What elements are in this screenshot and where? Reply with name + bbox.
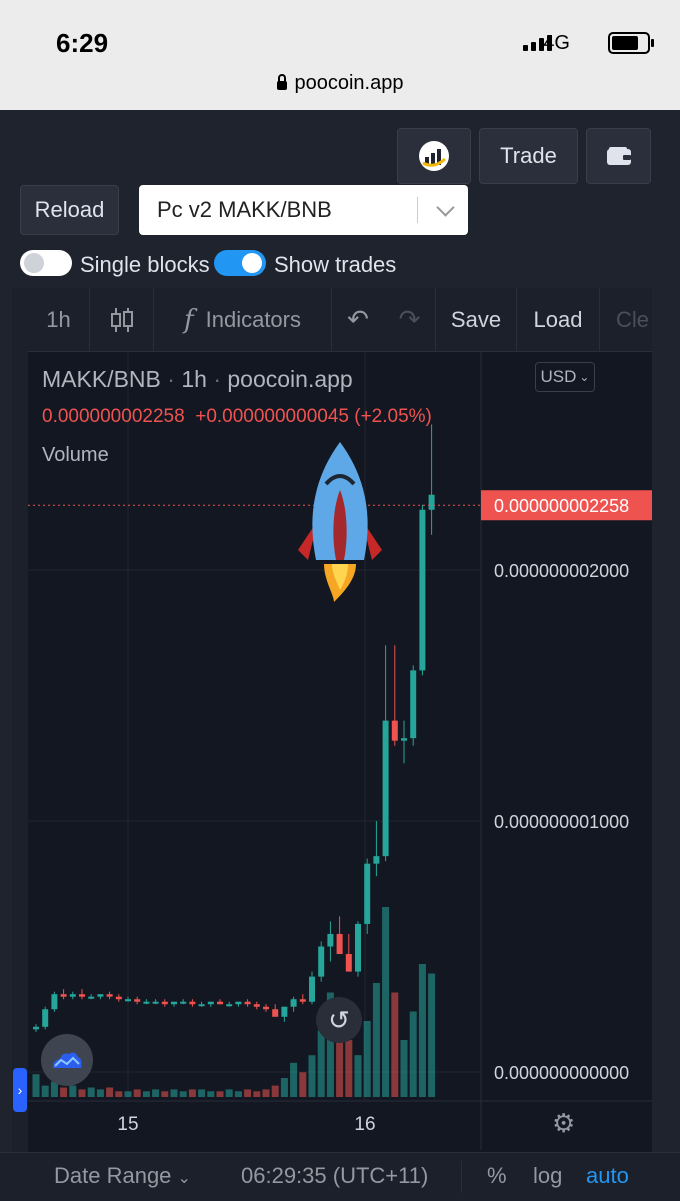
pair-select-value: Pc v2 MAKK/BNB	[157, 197, 332, 222]
tradingview-logo[interactable]	[41, 1034, 93, 1086]
trade-button[interactable]: Trade	[479, 128, 578, 184]
legend-symbol: MAKK/BNB	[42, 366, 161, 392]
cloud-logo-icon	[53, 1052, 82, 1068]
side-panel-handle[interactable]: ›	[13, 1068, 27, 1112]
save-button[interactable]: Save	[436, 288, 517, 351]
log-toggle[interactable]: log	[533, 1163, 562, 1189]
fx-icon: f	[183, 304, 194, 335]
clock-readout: 06:29:35 (UTC+11)	[241, 1163, 429, 1188]
volume-label: Volume	[42, 444, 109, 466]
indicators-label: Indicators	[205, 306, 301, 332]
candle-type-button[interactable]	[90, 288, 154, 351]
lock-icon	[276, 74, 287, 90]
show-trades-toggle[interactable]	[214, 250, 266, 276]
indicators-button[interactable]: f Indicators	[154, 288, 332, 351]
reload-button[interactable]: Reload	[20, 185, 119, 235]
legend-values: 0.000000002258 +0.000000000045 (+2.05%)	[42, 406, 432, 428]
wallet-icon	[606, 147, 631, 165]
currency-select[interactable]: USD ⌄	[535, 362, 595, 392]
legend-source: poocoin.app	[227, 366, 353, 392]
chevron-down-icon: ⌄	[177, 1170, 191, 1187]
select-separator	[417, 197, 418, 223]
gear-icon[interactable]: ⚙	[552, 1108, 575, 1139]
undo-icon: ↶	[347, 304, 369, 334]
clock: 6:29	[56, 28, 109, 58]
interval-button[interactable]: 1h	[28, 288, 90, 351]
bottom-separator	[461, 1161, 462, 1193]
rocket-icon	[298, 442, 382, 602]
clear-button[interactable]: Cle	[600, 288, 652, 351]
chart-legend-title: MAKK/BNB · 1h · poocoin.app	[42, 366, 353, 393]
legend-change: +0.000000000045 (+2.05%)	[195, 406, 432, 427]
legend-price: 0.000000002258	[42, 406, 185, 427]
chart-toolbar: 1h f Indicators ↶ ↷ Save Load Cle	[28, 288, 652, 352]
ios-status-bar: 6:29 4G poocoin.app	[0, 0, 680, 110]
single-blocks-label: Single blocks	[80, 252, 210, 277]
chart-bottom-bar: Date Range ⌄ 06:29:35 (UTC+11) % log aut…	[0, 1152, 680, 1201]
battery-icon	[608, 32, 654, 54]
chevron-down-icon: ⌄	[579, 370, 590, 384]
currency-value: USD	[540, 367, 577, 386]
chart-logo-button[interactable]	[397, 128, 471, 184]
auto-toggle[interactable]: auto	[586, 1163, 629, 1189]
percent-toggle[interactable]: %	[487, 1163, 507, 1189]
address-bar[interactable]: poocoin.app	[0, 72, 680, 95]
url-text: poocoin.app	[294, 72, 404, 94]
load-button[interactable]: Load	[517, 288, 600, 351]
legend-sep-1: ·	[167, 366, 175, 392]
chevron-right-icon: ›	[17, 1082, 23, 1098]
show-trades-label: Show trades	[274, 252, 397, 277]
reset-chart-button[interactable]: ↺	[316, 997, 362, 1043]
drawing-toolbar-strip	[12, 288, 28, 1200]
redo-icon: ↷	[398, 304, 421, 334]
chevron-down-icon	[436, 198, 455, 217]
reset-icon: ↺	[328, 1004, 350, 1035]
candles-icon	[110, 307, 133, 332]
chart-logo-icon	[419, 141, 449, 171]
date-range-label: Date Range	[54, 1163, 172, 1188]
legend-interval: 1h	[181, 366, 207, 392]
redo-button[interactable]: ↷	[384, 288, 436, 351]
legend-sep-2: ·	[213, 366, 221, 392]
pair-select[interactable]: Pc v2 MAKK/BNB	[139, 185, 468, 235]
undo-button[interactable]: ↶	[332, 288, 384, 351]
wallet-button[interactable]	[586, 128, 651, 184]
network-type: 4G	[543, 32, 570, 54]
date-range-button[interactable]: Date Range ⌄	[54, 1163, 191, 1189]
single-blocks-toggle[interactable]	[20, 250, 72, 276]
